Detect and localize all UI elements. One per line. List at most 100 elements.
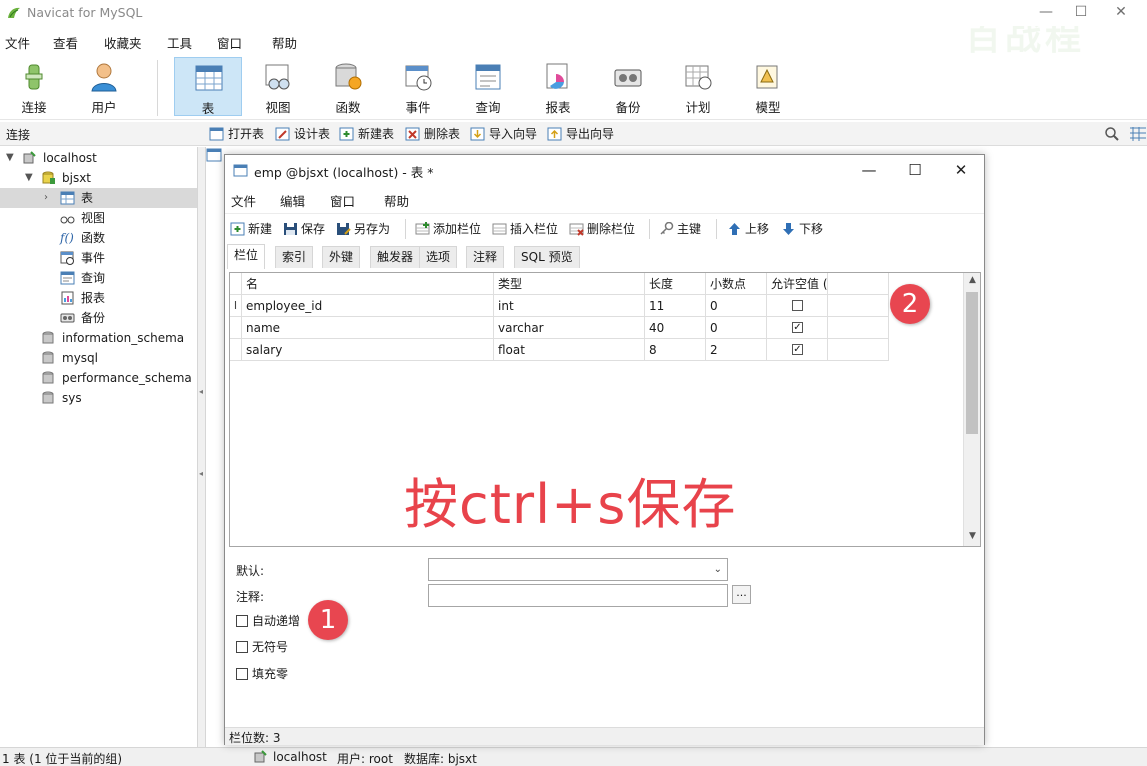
menu-window[interactable]: 窗口 <box>217 33 242 52</box>
scroll-up-icon[interactable]: ▲ <box>964 275 980 285</box>
field-type-cell[interactable]: varchar <box>494 317 645 339</box>
checkbox-box[interactable] <box>236 615 248 627</box>
toolbar-table-button[interactable]: 表 <box>174 57 242 116</box>
tree-item-events[interactable]: 事件 <box>0 248 197 268</box>
add-field-button[interactable]: 添加栏位 <box>415 220 481 238</box>
tree-item-localhost[interactable]: ▼ localhost <box>0 148 197 168</box>
primary-key-button[interactable]: 主键 <box>659 220 701 238</box>
save-as-button[interactable]: 另存为 <box>336 220 390 238</box>
delete-table-button[interactable]: 删除表 <box>405 125 460 143</box>
column-header-decimals[interactable]: 小数点 <box>706 273 767 295</box>
delete-field-button[interactable]: 删除栏位 <box>569 220 635 238</box>
checkbox-box[interactable] <box>236 668 248 680</box>
column-header-nullable[interactable]: 允许空值 ( <box>767 273 828 295</box>
designer-minimize-button[interactable]: — <box>857 160 881 180</box>
scroll-down-icon[interactable]: ▼ <box>964 531 980 541</box>
tab-triggers[interactable]: 触发器 <box>370 246 421 268</box>
field-name-cell[interactable]: salary <box>242 339 494 361</box>
search-icon[interactable] <box>1104 126 1120 142</box>
tree-item-views[interactable]: 视图 <box>0 208 197 228</box>
comment-field[interactable] <box>428 584 728 607</box>
tree-item-sys[interactable]: sys <box>0 388 197 408</box>
menu-view[interactable]: 查看 <box>53 33 78 52</box>
comment-ellipsis-button[interactable]: ... <box>732 585 751 604</box>
tree-item-functions[interactable]: f() 函数 <box>0 228 197 248</box>
tree-item-tables[interactable]: › 表 <box>0 188 197 208</box>
tree-item-information-schema[interactable]: information_schema <box>0 328 197 348</box>
tree-item-backups[interactable]: 备份 <box>0 308 197 328</box>
auto-increment-checkbox[interactable]: 自动递增 <box>236 613 300 629</box>
minimize-button[interactable]: — <box>1035 3 1057 21</box>
chevron-right-icon[interactable]: › <box>44 188 48 208</box>
tab-options[interactable]: 选项 <box>419 246 458 268</box>
default-value-combobox[interactable]: ⌄ <box>428 558 728 581</box>
field-nullable-cell[interactable]: ✓ <box>767 317 828 339</box>
toolbar-view-button[interactable]: 视图 <box>244 57 312 116</box>
designer-close-button[interactable]: ✕ <box>949 160 973 180</box>
toolbar-event-button[interactable]: 事件 <box>384 57 452 116</box>
nullable-checkbox[interactable]: ✓ <box>792 322 803 333</box>
move-up-button[interactable]: 上移 <box>727 220 769 238</box>
insert-field-button[interactable]: 插入栏位 <box>492 220 558 238</box>
open-table-button[interactable]: 打开表 <box>209 125 264 143</box>
chevron-down-icon[interactable]: ▼ <box>6 148 14 168</box>
design-table-button[interactable]: 设计表 <box>275 125 330 143</box>
toolbar-schedule-button[interactable]: 计划 <box>664 57 732 116</box>
toolbar-model-button[interactable]: 模型 <box>734 57 802 116</box>
vertical-scrollbar[interactable]: ▲ ▼ <box>963 273 980 546</box>
menu-help[interactable]: 帮助 <box>272 33 297 52</box>
collapse-left-icon[interactable]: ◂ <box>199 469 203 478</box>
grid-view-icon[interactable] <box>1129 126 1147 142</box>
field-nullable-cell[interactable] <box>767 295 828 317</box>
field-type-cell[interactable]: float <box>494 339 645 361</box>
field-nullable-cell[interactable]: ✓ <box>767 339 828 361</box>
field-name-cell[interactable]: name <box>242 317 494 339</box>
toolbar-function-button[interactable]: 函数 <box>314 57 382 116</box>
designer-menu-edit[interactable]: 编辑 <box>280 191 305 210</box>
field-decimals-cell[interactable]: 2 <box>706 339 767 361</box>
field-name-cell[interactable]: employee_id <box>242 295 494 317</box>
new-button[interactable]: 新建 <box>230 220 272 238</box>
tree-item-reports[interactable]: 报表 <box>0 288 197 308</box>
designer-menu-file[interactable]: 文件 <box>231 191 256 210</box>
toolbar-user-button[interactable]: 用户 <box>70 57 138 116</box>
tab-sql-preview[interactable]: SQL 预览 <box>514 246 580 268</box>
field-length-cell[interactable]: 8 <box>645 339 706 361</box>
tree-item-queries[interactable]: 查询 <box>0 268 197 288</box>
toolbar-backup-button[interactable]: 备份 <box>594 57 662 116</box>
tab-comments[interactable]: 注释 <box>466 246 505 268</box>
menu-file[interactable]: 文件 <box>5 33 30 52</box>
toolbar-connect-button[interactable]: 连接 <box>0 57 68 116</box>
designer-menu-window[interactable]: 窗口 <box>330 191 355 210</box>
nullable-checkbox[interactable] <box>792 300 803 311</box>
menu-favorites[interactable]: 收藏夹 <box>104 33 142 52</box>
designer-menu-help[interactable]: 帮助 <box>384 191 409 210</box>
move-down-button[interactable]: 下移 <box>781 220 823 238</box>
field-type-cell[interactable]: int <box>494 295 645 317</box>
field-length-cell[interactable]: 11 <box>645 295 706 317</box>
tree-item-performance-schema[interactable]: performance_schema <box>0 368 197 388</box>
toolbar-query-button[interactable]: 查询 <box>454 57 522 116</box>
tree-item-bjsxt[interactable]: ▼ bjsxt <box>0 168 197 188</box>
chevron-down-icon[interactable]: ▼ <box>25 168 33 188</box>
zerofill-checkbox[interactable]: 填充零 <box>236 666 288 682</box>
column-header-type[interactable]: 类型 <box>494 273 645 295</box>
menu-tools[interactable]: 工具 <box>167 33 192 52</box>
column-header-length[interactable]: 长度 <box>645 273 706 295</box>
column-header-name[interactable]: 名 <box>242 273 494 295</box>
tab-foreign-keys[interactable]: 外键 <box>322 246 361 268</box>
scrollbar-thumb[interactable] <box>966 292 978 434</box>
new-table-button[interactable]: 新建表 <box>339 125 394 143</box>
field-decimals-cell[interactable]: 0 <box>706 295 767 317</box>
collapse-left-icon[interactable]: ◂ <box>199 387 203 396</box>
designer-maximize-button[interactable]: ☐ <box>903 160 927 180</box>
field-length-cell[interactable]: 40 <box>645 317 706 339</box>
toolbar-report-button[interactable]: 报表 <box>524 57 592 116</box>
tree-item-mysql[interactable]: mysql <box>0 348 197 368</box>
close-button[interactable]: ✕ <box>1110 3 1132 21</box>
pane-splitter[interactable]: ◂ ◂ <box>198 147 206 747</box>
unsigned-checkbox[interactable]: 无符号 <box>236 639 288 655</box>
save-button[interactable]: 保存 <box>283 220 325 238</box>
export-wizard-button[interactable]: 导出向导 <box>547 125 614 143</box>
field-decimals-cell[interactable]: 0 <box>706 317 767 339</box>
